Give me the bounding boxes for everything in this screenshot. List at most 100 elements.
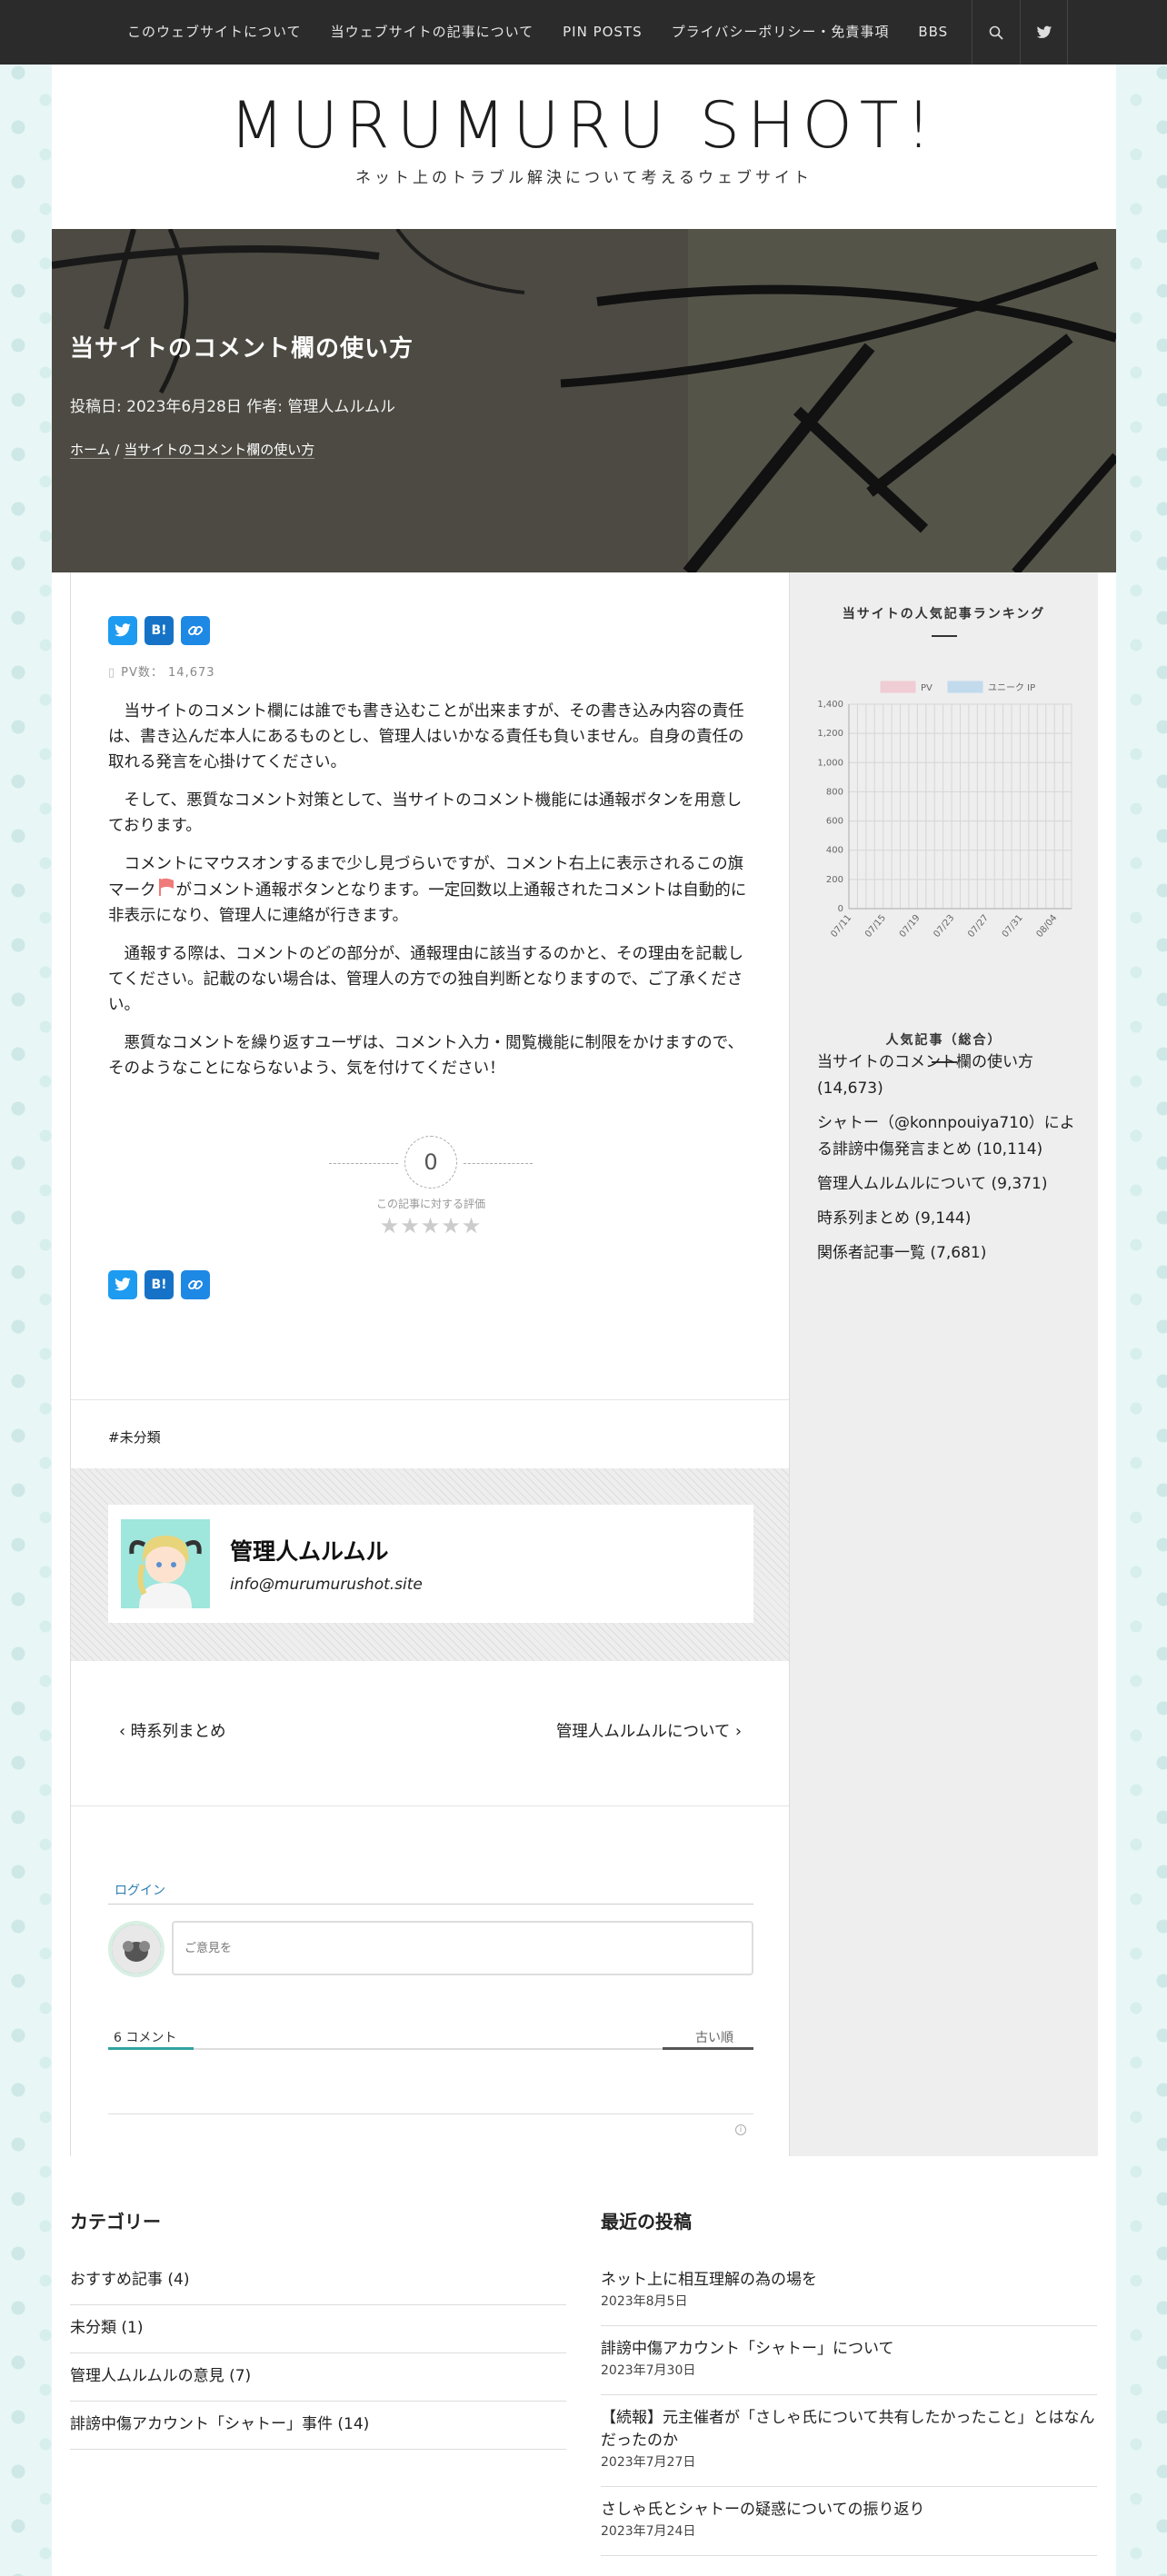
y-tick-label: 1,400 — [817, 700, 843, 710]
post-rating: 0 この記事に対する評価 ★★★★★ — [71, 1136, 791, 1238]
previous-post-link[interactable]: ‹ 時系列まとめ — [119, 1719, 226, 1742]
author-box: 管理人ムルムル info@murumurushot.site — [71, 1468, 789, 1661]
footer-widgets: カテゴリー おすすめ記事 (4) 未分類 (1) 管理人ムルムルの意見 (7) … — [52, 2156, 1116, 2576]
commenter-avatar — [108, 1921, 165, 1977]
pv-counter: ▯ PV数： 14,673 — [108, 662, 215, 680]
twitter-icon[interactable] — [1020, 0, 1069, 65]
category-item[interactable]: 未分類 (1) — [70, 2305, 566, 2353]
previous-post-title: 時系列まとめ — [130, 1723, 226, 1741]
recent-post-title[interactable]: 【続報】元主催者が「さしゃ氏について共有したかったこと」とはなんだったのか — [601, 2409, 1095, 2450]
y-tick-label: 200 — [826, 875, 843, 885]
post-navigation: ‹ 時系列まとめ 管理人ムルムルについて › — [71, 1661, 789, 1806]
recent-post-title[interactable]: 誹謗中傷アカウント「シャトー」について — [601, 2340, 894, 2358]
twitter-share-button[interactable] — [108, 1270, 137, 1299]
eye-icon: ▯ — [108, 666, 116, 680]
rating-score: 0 — [329, 1136, 533, 1189]
nav-item-about-articles[interactable]: 当ウェブサイトの記事について — [316, 0, 549, 65]
category-item[interactable]: 誹謗中傷アカウント「シャトー」事件 (14) — [70, 2402, 566, 2450]
chart-widget-title: 当サイトの人気記事ランキング — [790, 604, 1098, 637]
active-tab-indicator — [108, 2047, 194, 2050]
nav-item-privacy[interactable]: プライバシーポリシー・免責事項 — [657, 0, 904, 65]
recent-post-title[interactable]: ネット上に相互理解の為の場を — [601, 2271, 817, 2289]
recent-post-date: 2023年7月27日 — [601, 2455, 696, 2470]
recent-post-date: 2023年7月30日 — [601, 2363, 696, 2378]
copy-link-button[interactable] — [181, 1270, 210, 1299]
breadcrumb-home[interactable]: ホーム — [70, 442, 111, 459]
x-tick-label: 07/19 — [898, 913, 923, 940]
top-navigation: このウェブサイトについて 当ウェブサイトの記事について PIN POSTS プラ… — [0, 0, 1167, 65]
popular-post-item[interactable]: 当サイトのコメント欄の使い方 (14,673) — [817, 1049, 1081, 1102]
y-tick-label: 1,200 — [817, 729, 843, 739]
y-tick-label: 600 — [826, 817, 843, 827]
article-paragraph: 通報する際は、コメントのどの部分が、通報理由に該当するのかと、その理由を記載して… — [108, 945, 743, 1014]
x-tick-label: 07/31 — [1001, 913, 1025, 940]
post-meta: 投稿日: 2023年6月28日 作者: 管理人ムルムル — [70, 398, 396, 416]
share-buttons-bottom: B! — [108, 1270, 210, 1299]
link-icon — [188, 1280, 203, 1289]
nav-item-pin-posts[interactable]: PIN POSTS — [548, 0, 657, 65]
sort-underline — [663, 2047, 753, 2050]
article-paragraph: 悪質なコメントを繰り返すユーザは、コメント入力・閲覧機能に制限をかけますので、そ… — [108, 1034, 743, 1078]
recent-post-item[interactable]: 【続報】元主催者が「さしゃ氏について共有したかったこと」とはなんだったのか 202… — [601, 2395, 1097, 2487]
popular-posts-list: 当サイトのコメント欄の使い方 (14,673) シャトー（@konnpouiya… — [817, 1049, 1081, 1275]
link-icon — [188, 626, 203, 635]
x-tick-label: 07/23 — [932, 913, 956, 940]
comment-tabs: 6 コメント 古い順 — [108, 2023, 753, 2050]
author-name[interactable]: 管理人ムルムル — [230, 1534, 423, 1566]
legend-label: PV — [921, 683, 933, 693]
next-post-link[interactable]: 管理人ムルムルについて › — [556, 1719, 742, 1742]
categories-title: カテゴリー — [70, 2211, 161, 2233]
x-tick-label: 07/15 — [863, 913, 888, 940]
comment-input[interactable] — [172, 1921, 753, 1975]
categories-widget: カテゴリー おすすめ記事 (4) 未分類 (1) 管理人ムルムルの意見 (7) … — [70, 2207, 566, 2450]
share-buttons-top: B! — [108, 616, 210, 645]
recent-post-item[interactable]: さしゃ氏とシャトーの疑惑についての振り返り 2023年7月24日 — [601, 2487, 1097, 2556]
post-title: 当サイトのコメント欄の使い方 — [70, 335, 414, 363]
twitter-icon — [115, 623, 131, 637]
recent-post-title[interactable]: さしゃ氏とシャトーの疑惑についての振り返り — [601, 2501, 925, 2519]
info-icon[interactable]: i — [735, 2124, 746, 2135]
site-description: ネット上のトラブル解決について考えるウェブサイト — [355, 169, 813, 187]
site-title[interactable]: MURUMURU SHOT! — [52, 88, 1116, 163]
login-link[interactable]: ログイン — [115, 1881, 165, 1899]
category-item[interactable]: おすすめ記事 (4) — [70, 2257, 566, 2305]
recent-post-item[interactable]: 誹謗中傷アカウント「シャトー」について 2023年7月30日 — [601, 2326, 1097, 2395]
hatena-share-button[interactable]: B! — [145, 1270, 174, 1299]
site-header: MURUMURU SHOT! ネット上のトラブル解決について考えるウェブサイト — [52, 65, 1116, 229]
rating-label: この記事に対する評価 — [375, 1198, 485, 1210]
recent-posts-widget: 最近の投稿 ネット上に相互理解の為の場を 2023年8月5日 誹謗中傷アカウント「… — [601, 2207, 1097, 2556]
twitter-icon — [115, 1278, 131, 1291]
article-body: 当サイトのコメント欄には誰でも書き込むことが出来ますが、その書き込み内容の責任は… — [108, 699, 753, 1094]
chevron-left-icon: ‹ — [119, 1723, 131, 1741]
sidebar: 当サイトの人気記事ランキング PV ユニーク IP 0 200 400 600 800 1,0… — [790, 572, 1098, 2156]
search-icon[interactable] — [972, 0, 1020, 65]
hatena-share-button[interactable]: B! — [145, 616, 174, 645]
category-item[interactable]: 管理人ムルムルの意見 (7) — [70, 2353, 566, 2402]
popular-post-item[interactable]: 関係者記事一覧 (7,681) — [817, 1240, 1081, 1267]
y-tick-label: 0 — [838, 904, 843, 914]
popular-post-item[interactable]: 時系列まとめ (9,144) — [817, 1206, 1081, 1232]
popular-post-item[interactable]: 管理人ムルムルについて (9,371) — [817, 1171, 1081, 1198]
article-text: がコメント通報ボタンとなります。一定回数以上通報されたコメントは自動的に非表示に… — [108, 881, 747, 925]
recent-posts-title: 最近の投稿 — [601, 2211, 692, 2233]
breadcrumb-current[interactable]: 当サイトのコメント欄の使い方 — [124, 442, 315, 459]
rating-stars[interactable]: ★★★★★ — [71, 1213, 791, 1238]
breadcrumb-separator: / — [115, 442, 120, 458]
article-paragraph: コメントにマウスオンするまで少し見づらいですが、コメント右上に表示されるこの旗マ… — [108, 851, 753, 929]
twitter-share-button[interactable] — [108, 616, 137, 645]
chevron-right-icon: › — [730, 1723, 742, 1741]
comment-sort-select[interactable]: 古い順 — [695, 2028, 733, 2046]
nav-item-bbs[interactable]: BBS — [903, 0, 963, 65]
popular-post-item[interactable]: シャトー（@konnpouiya710）による誹謗中傷発言まとめ (10,114… — [817, 1110, 1081, 1163]
y-tick-label: 800 — [826, 787, 843, 797]
y-tick-label: 400 — [826, 846, 843, 856]
pv-count: PV数： 14,673 — [121, 666, 215, 680]
tag-link[interactable]: #未分類 — [108, 1427, 161, 1447]
comment-count-tab[interactable]: 6 コメント — [114, 2028, 176, 2046]
recent-post-item[interactable]: ネット上に相互理解の為の場を 2023年8月5日 — [601, 2257, 1097, 2326]
copy-link-button[interactable] — [181, 616, 210, 645]
nav-item-about-site[interactable]: このウェブサイトについて — [113, 0, 316, 65]
article-paragraph: 当サイトのコメント欄には誰でも書き込むことが出来ますが、その書き込み内容の責任は… — [108, 702, 744, 771]
recent-post-date: 2023年8月5日 — [601, 2294, 688, 2309]
author-avatar — [121, 1519, 210, 1608]
